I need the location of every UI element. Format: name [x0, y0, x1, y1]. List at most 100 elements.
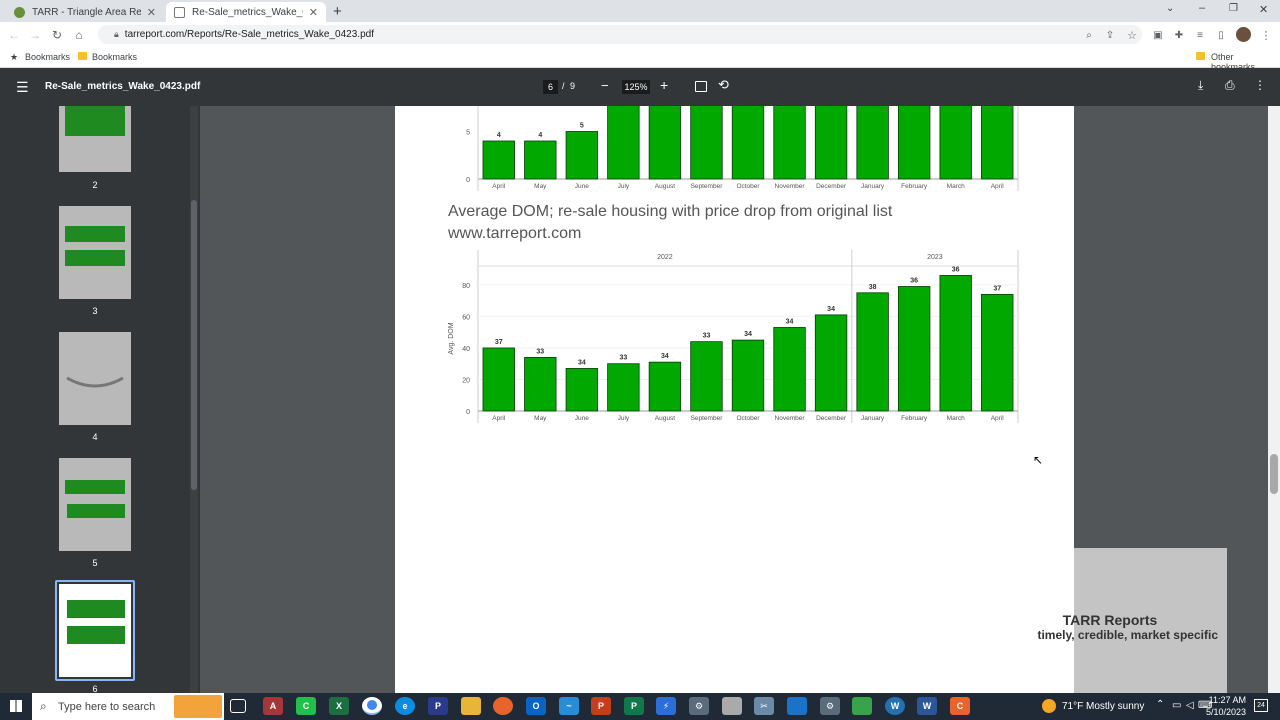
thumbnail-page-2[interactable] [59, 106, 131, 172]
brand-tagline: timely, credible, market specific [1037, 628, 1218, 642]
thumbnail-page-6[interactable] [59, 584, 131, 677]
zoom-icon[interactable]: ⌕ [1079, 25, 1099, 45]
thumbnail-page-5[interactable] [59, 458, 131, 551]
thumbnail-page-3[interactable] [59, 206, 131, 299]
bar [690, 106, 723, 180]
firefox-icon[interactable] [493, 697, 513, 715]
app-icon[interactable] [787, 697, 807, 715]
share-icon[interactable]: ⇪ [1100, 25, 1120, 45]
bookmarks-label[interactable]: Bookmarks [25, 52, 70, 62]
bar [607, 363, 640, 412]
thumbnail-page-4[interactable] [59, 332, 131, 425]
y-tick-label: 5 [466, 130, 470, 137]
thumbnail-sidebar: 2 3 4 5 6 [0, 106, 200, 694]
y-tick-label: 0 [466, 409, 470, 416]
weather-icon [1042, 699, 1056, 713]
x-tick-label: March [947, 183, 965, 190]
page-number-input[interactable]: 6 [543, 80, 558, 94]
menu-dots-icon[interactable]: ⋮ [1256, 25, 1276, 45]
avatar[interactable] [1236, 27, 1251, 42]
puzzle-icon[interactable]: ✚ [1169, 25, 1189, 45]
chrome-icon[interactable] [362, 697, 382, 715]
data-label: 34 [744, 331, 752, 338]
new-tab-button[interactable]: + [333, 3, 342, 20]
site-url: www.tarreport.com [448, 225, 582, 242]
page-scroll-thumb[interactable] [1270, 454, 1278, 494]
restore-button[interactable]: ❐ [1229, 3, 1238, 14]
x-tick-label: August [655, 415, 675, 422]
more-options-icon[interactable]: ⋮ [1254, 78, 1266, 92]
clock-time[interactable]: 11:27 AM [1206, 695, 1246, 705]
wordpress-icon[interactable]: W [885, 697, 905, 715]
task-view-icon[interactable] [230, 699, 246, 713]
app-icon[interactable] [852, 697, 872, 715]
app-icon[interactable]: C [950, 697, 970, 715]
extension-icon[interactable]: ▣ [1148, 25, 1168, 45]
powerpoint-icon[interactable]: P [591, 697, 611, 715]
menu-icon[interactable]: ☰ [16, 79, 29, 96]
settings-icon[interactable]: ⚙︎ [689, 697, 709, 715]
publisher-icon[interactable]: P [624, 697, 644, 715]
close-window-button[interactable]: ✕ [1259, 3, 1268, 16]
star-icon[interactable]: ☆ [1122, 25, 1142, 45]
edge-icon[interactable]: e [395, 697, 415, 715]
weather-text[interactable]: 71°F Mostly sunny [1062, 701, 1144, 712]
file-explorer-icon[interactable] [461, 697, 481, 715]
back-icon[interactable]: ← [4, 25, 24, 45]
minimize-button[interactable]: – [1199, 2, 1205, 14]
tab-pdf[interactable]: Re-Sale_metrics_Wake_0423.pdf ✕ [166, 2, 326, 22]
camtasia-icon[interactable]: C [296, 697, 316, 715]
bookmark-folder[interactable]: Bookmarks [92, 52, 137, 62]
tab-label: TARR - Triangle Area Residential R [32, 6, 141, 18]
tab-tarr[interactable]: TARR - Triangle Area Residential R ✕ [6, 2, 164, 22]
excel-icon[interactable]: X [329, 697, 349, 715]
tray-chevron-icon[interactable]: ⌃ [1156, 699, 1164, 710]
home-icon[interactable]: ⌂ [69, 25, 89, 45]
network-icon[interactable]: ▭ [1172, 700, 1181, 711]
zoom-out-icon[interactable]: − [601, 78, 609, 93]
reading-list-icon[interactable]: ≡ [1190, 25, 1210, 45]
volume-icon[interactable]: ◁ [1186, 700, 1194, 711]
clock-date[interactable]: 5/10/2023 [1202, 707, 1246, 717]
x-tick-label: April [492, 415, 506, 422]
data-label: 37 [495, 339, 503, 346]
y-tick-label: 40 [462, 346, 470, 353]
data-label: 36 [952, 266, 960, 273]
print-icon[interactable]: ⎙ [1225, 78, 1235, 93]
notification-icon[interactable]: 24 [1254, 699, 1268, 712]
x-tick-label: July [618, 183, 630, 190]
app-icon[interactable]: ⚡︎ [656, 697, 676, 715]
word-icon[interactable]: W [917, 697, 937, 715]
data-label: 34 [578, 359, 586, 366]
zoom-input[interactable]: 125% [622, 80, 650, 94]
forward-icon[interactable]: → [25, 25, 45, 45]
tab-search-icon[interactable]: ⌄ [1166, 3, 1174, 14]
outlook-icon[interactable]: O [526, 697, 546, 715]
app-icon[interactable]: ⚙︎ [820, 697, 840, 715]
page-scrollbar[interactable] [1268, 106, 1280, 693]
windows-start-icon[interactable] [10, 700, 22, 712]
address-bar[interactable]: 🔒︎ tarreport.com/Reports/Re-Sale_metrics… [98, 25, 1142, 44]
mouse-cursor-icon: ↖ [1033, 453, 1044, 467]
pdf-viewer: 0 5 4 April 4 May 5 June July August September Octo… [200, 106, 1268, 693]
download-icon[interactable]: ⤓ [1198, 78, 1203, 93]
close-icon[interactable]: ✕ [309, 6, 318, 19]
rotate-icon[interactable]: ⟲ [718, 77, 729, 93]
zoom-in-icon[interactable]: + [660, 77, 668, 93]
close-icon[interactable]: ✕ [147, 6, 156, 19]
app-icon[interactable]: P [428, 697, 448, 715]
x-tick-label: January [861, 183, 885, 190]
sidebar-scrollbar[interactable] [190, 106, 198, 693]
sidebar-scroll-thumb[interactable] [191, 200, 197, 490]
side-panel-icon[interactable]: ▯ [1211, 25, 1231, 45]
app-icon[interactable]: ~ [559, 697, 579, 715]
app-icon[interactable] [722, 697, 742, 715]
reload-icon[interactable]: ↻ [47, 25, 67, 45]
fit-page-icon[interactable] [695, 81, 707, 92]
snipping-tool-icon[interactable]: ✂︎ [754, 697, 774, 715]
bar [939, 275, 972, 412]
x-tick-label: November [775, 183, 806, 190]
access-icon[interactable]: A [263, 697, 283, 715]
tab-label: Re-Sale_metrics_Wake_0423.pdf [192, 6, 303, 18]
bar [814, 314, 848, 412]
